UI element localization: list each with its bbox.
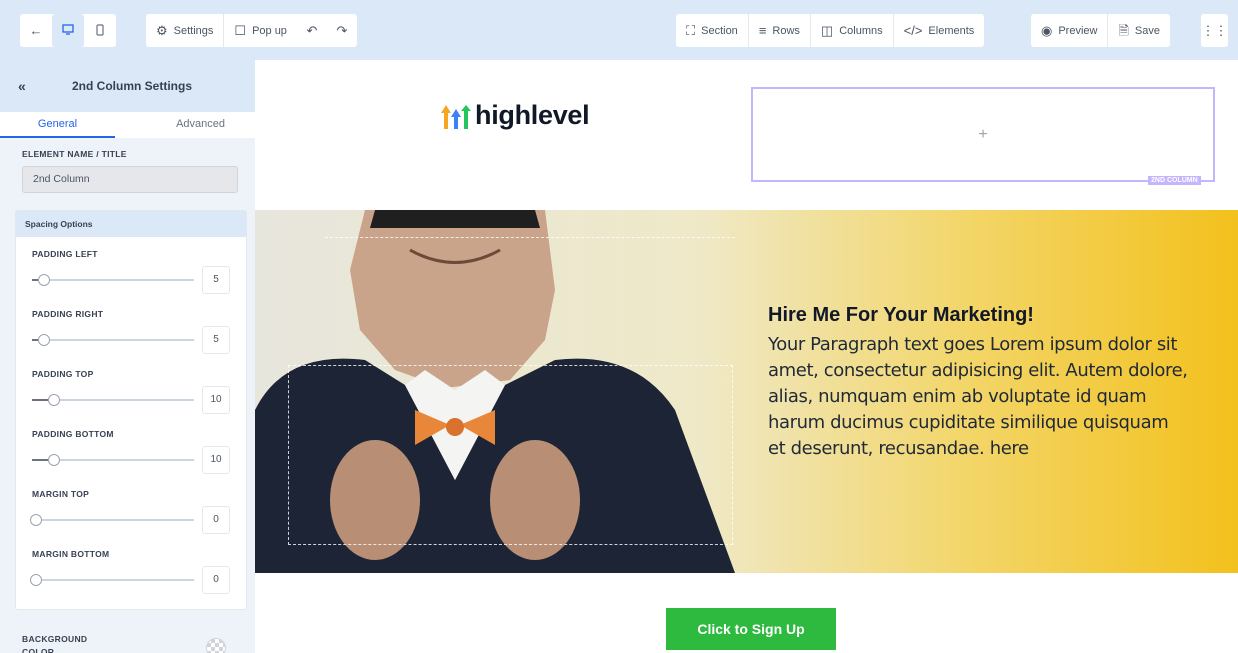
- spacing-options: Spacing Options PADDING LEFT 5 PADDING R…: [15, 210, 247, 610]
- rows-icon: ≡: [758, 23, 767, 38]
- slider-handle[interactable]: [38, 334, 50, 346]
- padding-top-slider[interactable]: [32, 394, 194, 406]
- brand-logo: highlevel: [441, 100, 590, 130]
- save-button[interactable]: 🗎 Save: [1108, 14, 1170, 47]
- padding-bottom-control: PADDING BOTTOM 10: [16, 429, 248, 489]
- hero-paragraph[interactable]: Your Paragraph text goes Lorem ipsum dol…: [768, 332, 1188, 462]
- highlevel-logo-icon: [441, 105, 471, 129]
- apps-group: ⋮⋮: [1201, 14, 1228, 47]
- hero-section[interactable]: Hire Me For Your Marketing! Your Paragra…: [255, 210, 1238, 573]
- structure-group: ⛶ Section ≡ Rows ◫ Columns </> Elements: [676, 14, 985, 47]
- padding-right-slider[interactable]: [32, 334, 194, 346]
- margin-bottom-slider[interactable]: [30, 574, 194, 586]
- popup-label: Pop up: [252, 24, 287, 37]
- slider-handle[interactable]: [48, 394, 60, 406]
- margin-bottom-value[interactable]: 0: [202, 566, 230, 594]
- columns-button[interactable]: ◫ Columns: [811, 14, 893, 47]
- padding-bottom-value[interactable]: 10: [202, 446, 230, 474]
- selection-guide: [288, 365, 733, 545]
- section-icon: ⛶: [686, 23, 696, 38]
- margin-top-control: MARGIN TOP 0: [16, 489, 248, 549]
- padding-left-label: PADDING LEFT: [32, 249, 98, 259]
- logo-wordmark: highlevel: [475, 100, 590, 130]
- back-button[interactable]: ←: [20, 14, 52, 47]
- nav-group: ←: [20, 14, 116, 47]
- slider-handle[interactable]: [30, 514, 42, 526]
- collapse-panel-icon[interactable]: «: [18, 78, 26, 94]
- elements-label: Elements: [928, 24, 975, 37]
- code-icon: </>: [903, 23, 923, 38]
- desktop-view-button[interactable]: [52, 14, 84, 47]
- settings-group: ⚙ Settings ☐ Pop up ↶ ↷: [146, 14, 357, 47]
- column-tag: 2ND COLUMN: [1148, 176, 1201, 185]
- padding-top-value[interactable]: 10: [202, 386, 230, 414]
- panel-tabs: General Advanced: [0, 112, 255, 138]
- undo-icon: ↶: [306, 23, 318, 38]
- publish-group: ◉ Preview 🗎 Save: [1031, 14, 1170, 47]
- settings-label: Settings: [173, 24, 214, 37]
- background-color-label: BACKGROUND COLOR: [22, 634, 88, 653]
- selection-guide: [325, 237, 735, 238]
- padding-right-value[interactable]: 5: [202, 326, 230, 354]
- margin-top-label: MARGIN TOP: [32, 489, 90, 499]
- tab-general[interactable]: General: [0, 112, 115, 138]
- arrow-left-icon: ←: [29, 23, 43, 38]
- add-element-plus-icon[interactable]: +: [978, 126, 987, 144]
- columns-icon: ◫: [820, 23, 834, 38]
- preview-label: Preview: [1058, 24, 1098, 37]
- margin-top-slider[interactable]: [30, 514, 194, 526]
- margin-top-value[interactable]: 0: [202, 506, 230, 534]
- slider-handle[interactable]: [30, 574, 42, 586]
- element-name-label: ELEMENT NAME / TITLE: [22, 149, 127, 159]
- sign-up-button[interactable]: Click to Sign Up: [666, 608, 836, 650]
- redo-button[interactable]: ↷: [327, 14, 357, 47]
- save-label: Save: [1134, 24, 1160, 37]
- page-canvas: highlevel + 2ND COLUMN Hire Me For Your …: [255, 60, 1238, 653]
- background-color-swatch[interactable]: [206, 638, 226, 653]
- preview-button[interactable]: ◉ Preview: [1031, 14, 1107, 47]
- element-name-field[interactable]: 2nd Column: [22, 166, 238, 193]
- section-label: Section: [701, 24, 738, 37]
- margin-bottom-control: MARGIN BOTTOM 0: [16, 549, 248, 609]
- hero-headline[interactable]: Hire Me For Your Marketing!: [768, 304, 1034, 327]
- gears-icon: ⚙: [156, 23, 168, 38]
- popup-button[interactable]: ☐ Pop up: [224, 14, 297, 47]
- desktop-icon: [62, 24, 74, 37]
- column-settings-panel: « 2nd Column Settings General Advanced E…: [0, 60, 255, 653]
- settings-button[interactable]: ⚙ Settings: [146, 14, 223, 47]
- padding-right-control: PADDING RIGHT 5: [16, 309, 248, 369]
- tab-advanced[interactable]: Advanced: [115, 112, 255, 138]
- elements-button[interactable]: </> Elements: [894, 14, 985, 47]
- slider-handle[interactable]: [38, 274, 50, 286]
- section-button[interactable]: ⛶ Section: [676, 14, 748, 47]
- undo-button[interactable]: ↶: [297, 14, 327, 47]
- margin-bottom-label: MARGIN BOTTOM: [32, 549, 110, 559]
- padding-left-slider[interactable]: [32, 274, 194, 286]
- second-column-dropzone[interactable]: +: [751, 87, 1215, 182]
- mobile-icon: [96, 23, 104, 38]
- panel-title: 2nd Column Settings: [72, 79, 192, 93]
- rows-button[interactable]: ≡ Rows: [749, 14, 810, 47]
- panel-header: « 2nd Column Settings: [0, 60, 255, 112]
- slider-handle[interactable]: [48, 454, 60, 466]
- padding-top-label: PADDING TOP: [32, 369, 94, 379]
- spacing-options-header[interactable]: Spacing Options: [16, 211, 246, 237]
- rows-label: Rows: [772, 24, 800, 37]
- save-icon: 🗎: [1118, 23, 1129, 38]
- external-edit-icon: ☐: [234, 23, 247, 38]
- padding-bottom-label: PADDING BOTTOM: [32, 429, 114, 439]
- mobile-view-button[interactable]: [84, 14, 116, 47]
- apps-grid-button[interactable]: ⋮⋮: [1201, 14, 1228, 47]
- builder-toolbar: ← ⚙ Settings ☐ Pop up ↶ ↷ ⛶ Section ≡ Ro…: [0, 0, 1238, 60]
- eye-icon: ◉: [1041, 23, 1053, 38]
- padding-top-control: PADDING TOP 10: [16, 369, 248, 429]
- padding-bottom-slider[interactable]: [32, 454, 194, 466]
- apps-grid-icon: ⋮⋮: [1201, 23, 1228, 38]
- padding-left-value[interactable]: 5: [202, 266, 230, 294]
- padding-left-control: PADDING LEFT 5: [16, 249, 248, 309]
- redo-icon: ↷: [336, 23, 348, 38]
- padding-right-label: PADDING RIGHT: [32, 309, 104, 319]
- columns-label: Columns: [839, 24, 883, 37]
